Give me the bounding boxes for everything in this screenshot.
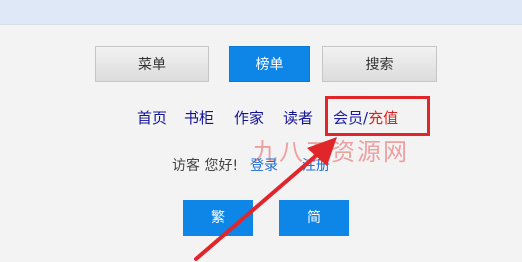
tab-search[interactable]: 搜索	[322, 46, 437, 82]
highlight-annotation-box	[325, 96, 430, 136]
top-banner	[0, 0, 522, 25]
nav-author-link[interactable]: 作家	[234, 107, 264, 128]
simplified-chinese-button[interactable]: 简	[279, 200, 349, 236]
register-link[interactable]: 注册	[302, 155, 330, 175]
visitor-greeting: 访客 您好!	[172, 158, 239, 174]
login-link[interactable]: 登录	[250, 155, 278, 175]
tab-menu[interactable]: 菜单	[95, 46, 209, 82]
traditional-chinese-button[interactable]: 繁	[183, 200, 253, 236]
annotation-arrow	[194, 137, 337, 261]
nav-reader-link[interactable]: 读者	[283, 107, 313, 128]
nav-home-link[interactable]: 首页	[137, 107, 167, 128]
tab-ranking[interactable]: 榜单	[229, 46, 310, 82]
nav-bookshelf-link[interactable]: 书柜	[184, 107, 214, 128]
